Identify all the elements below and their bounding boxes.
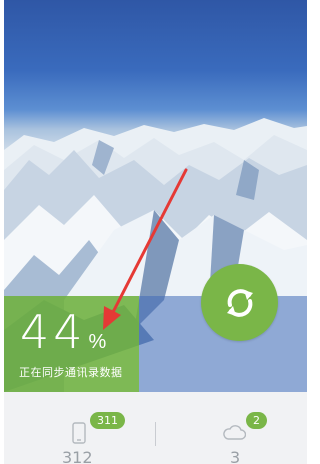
cloud-contacts-count: 3: [230, 448, 241, 464]
stats-divider: [155, 422, 156, 446]
phone-icon: [72, 422, 86, 444]
sync-button[interactable]: [201, 264, 278, 341]
local-contacts-badge: 311: [90, 412, 125, 429]
local-contacts-stat[interactable]: 311 312: [60, 412, 130, 464]
cloud-icon: [223, 425, 246, 440]
cloud-contacts-badge: 2: [246, 412, 267, 429]
progress-percent-value: 44: [20, 305, 87, 359]
progress-percent-sign: %: [88, 331, 107, 353]
local-contacts-count: 312: [62, 448, 93, 464]
sync-status-text: 正在同步通讯录数据: [19, 366, 123, 379]
cloud-contacts-stat[interactable]: 2 3: [220, 412, 290, 464]
progress-percent: 44%: [20, 305, 106, 359]
sync-icon: [226, 288, 253, 317]
